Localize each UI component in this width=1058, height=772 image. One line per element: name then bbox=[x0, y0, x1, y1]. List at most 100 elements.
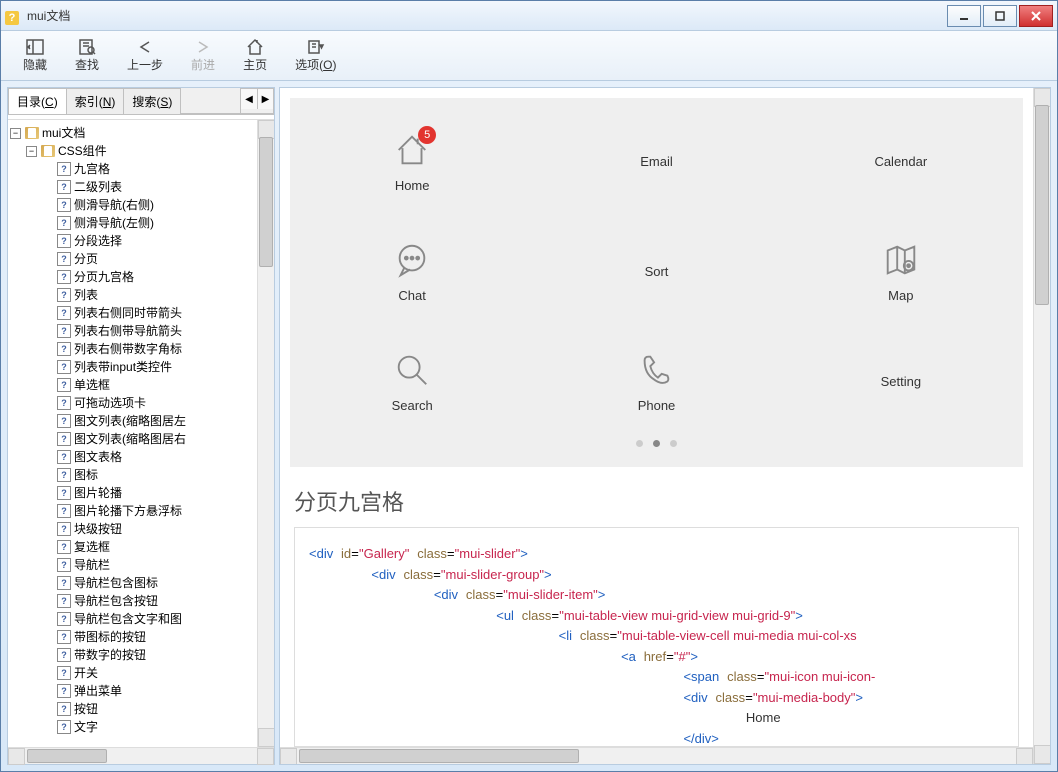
find-button[interactable]: 查找 bbox=[61, 35, 113, 76]
tree-label[interactable]: 导航栏包含按钮 bbox=[74, 592, 158, 610]
tree-label[interactable]: 分页九宫格 bbox=[74, 268, 134, 286]
tree-item[interactable]: ?带数字的按钮 bbox=[10, 646, 255, 664]
hide-button[interactable]: 隐藏 bbox=[9, 35, 61, 76]
pager-dot[interactable] bbox=[636, 440, 643, 447]
tree-label[interactable]: mui文档 bbox=[42, 124, 85, 142]
tree-item[interactable]: ?分页 bbox=[10, 250, 255, 268]
tree-item[interactable]: ?九宫格 bbox=[10, 160, 255, 178]
grid-cell-sort[interactable]: Sort bbox=[534, 216, 778, 326]
tree-item[interactable]: ?开关 bbox=[10, 664, 255, 682]
tree-label[interactable]: 列表右侧带导航箭头 bbox=[74, 322, 182, 340]
tree-item[interactable]: ?图标 bbox=[10, 466, 255, 484]
tree-item[interactable]: ?文字 bbox=[10, 718, 255, 736]
tree-item[interactable]: ?块级按钮 bbox=[10, 520, 255, 538]
tab-contents[interactable]: 目录(C) bbox=[8, 88, 67, 114]
tree-item[interactable]: ?图文列表(缩略图居右 bbox=[10, 430, 255, 448]
tree-label[interactable]: 复选框 bbox=[74, 538, 110, 556]
tree-label[interactable]: 列表带input类控件 bbox=[74, 358, 172, 376]
tree-group-css[interactable]: − CSS组件 bbox=[10, 142, 255, 160]
tree-label[interactable]: CSS组件 bbox=[58, 142, 107, 160]
grid-cell-map[interactable]: Map bbox=[779, 216, 1023, 326]
pager-dots[interactable] bbox=[290, 440, 1023, 447]
options-button[interactable]: 选项(O) bbox=[281, 35, 350, 76]
tree-label[interactable]: 开关 bbox=[74, 664, 98, 682]
tree-vertical-scrollbar[interactable] bbox=[257, 120, 274, 747]
tree-item[interactable]: ?二级列表 bbox=[10, 178, 255, 196]
grid-cell-calendar[interactable]: Calendar bbox=[779, 106, 1023, 216]
tree-item[interactable]: ?列表右侧带导航箭头 bbox=[10, 322, 255, 340]
grid-cell-phone[interactable]: Phone bbox=[534, 326, 778, 436]
tree-horizontal-scrollbar[interactable] bbox=[8, 747, 274, 764]
tree-item[interactable]: ?分段选择 bbox=[10, 232, 255, 250]
maximize-button[interactable] bbox=[983, 5, 1017, 27]
tree-label[interactable]: 列表 bbox=[74, 286, 98, 304]
tree-item[interactable]: ?列表带input类控件 bbox=[10, 358, 255, 376]
tree-label[interactable]: 弹出菜单 bbox=[74, 682, 122, 700]
tree-item[interactable]: ?复选框 bbox=[10, 538, 255, 556]
grid-cell-home[interactable]: 5Home bbox=[290, 106, 534, 216]
tab-search[interactable]: 搜索(S) bbox=[123, 88, 181, 114]
grid-cell-chat[interactable]: Chat bbox=[290, 216, 534, 326]
tree-label[interactable]: 侧滑导航(左侧) bbox=[74, 214, 154, 232]
tree-item[interactable]: ?按钮 bbox=[10, 700, 255, 718]
tree-item[interactable]: ?弹出菜单 bbox=[10, 682, 255, 700]
tree-label[interactable]: 图文表格 bbox=[74, 448, 122, 466]
grid-cell-search[interactable]: Search bbox=[290, 326, 534, 436]
tree-label[interactable]: 图片轮播下方悬浮标 bbox=[74, 502, 182, 520]
tab-scroll-left[interactable]: ◀ bbox=[241, 89, 257, 109]
tree-label[interactable]: 图标 bbox=[74, 466, 98, 484]
tree-label[interactable]: 可拖动选项卡 bbox=[74, 394, 146, 412]
tree-label[interactable]: 九宫格 bbox=[74, 160, 110, 178]
pager-dot[interactable] bbox=[670, 440, 677, 447]
tree-toggle[interactable]: − bbox=[26, 146, 37, 157]
tree-item[interactable]: ?列表右侧同时带箭头 bbox=[10, 304, 255, 322]
tab-scroll-right[interactable]: ▶ bbox=[257, 89, 273, 109]
tree-label[interactable]: 分段选择 bbox=[74, 232, 122, 250]
tree-item[interactable]: ?侧滑导航(左侧) bbox=[10, 214, 255, 232]
tree-label[interactable]: 图文列表(缩略图居左 bbox=[74, 412, 186, 430]
tree-label[interactable]: 侧滑导航(右侧) bbox=[74, 196, 154, 214]
tree-item[interactable]: ?导航栏 bbox=[10, 556, 255, 574]
tree-toggle[interactable]: − bbox=[10, 128, 21, 139]
tree-label[interactable]: 图文列表(缩略图居右 bbox=[74, 430, 186, 448]
tree-item[interactable]: ?导航栏包含图标 bbox=[10, 574, 255, 592]
tree-item[interactable]: ?侧滑导航(右侧) bbox=[10, 196, 255, 214]
tree-item[interactable]: ?图片轮播 bbox=[10, 484, 255, 502]
tree-label[interactable]: 带图标的按钮 bbox=[74, 628, 146, 646]
tree-label[interactable]: 文字 bbox=[74, 718, 98, 736]
tree-item[interactable]: ?列表 bbox=[10, 286, 255, 304]
tree-root[interactable]: − mui文档 bbox=[10, 124, 255, 142]
tree-label[interactable]: 列表右侧带数字角标 bbox=[74, 340, 182, 358]
close-button[interactable] bbox=[1019, 5, 1053, 27]
tree-label[interactable]: 图片轮播 bbox=[74, 484, 122, 502]
tree-item[interactable]: ?图文列表(缩略图居左 bbox=[10, 412, 255, 430]
tree-label[interactable]: 导航栏包含文字和图 bbox=[74, 610, 182, 628]
tree-item[interactable]: ?列表右侧带数字角标 bbox=[10, 340, 255, 358]
minimize-button[interactable] bbox=[947, 5, 981, 27]
grid-cell-email[interactable]: Email bbox=[534, 106, 778, 216]
tree-label[interactable]: 列表右侧同时带箭头 bbox=[74, 304, 182, 322]
tree-item[interactable]: ?导航栏包含按钮 bbox=[10, 592, 255, 610]
tree-label[interactable]: 带数字的按钮 bbox=[74, 646, 146, 664]
tree-label[interactable]: 导航栏包含图标 bbox=[74, 574, 158, 592]
tree-label[interactable]: 二级列表 bbox=[74, 178, 122, 196]
grid-cell-setting[interactable]: Setting bbox=[779, 326, 1023, 436]
tree-label[interactable]: 块级按钮 bbox=[74, 520, 122, 538]
pager-dot[interactable] bbox=[653, 440, 660, 447]
contents-tree[interactable]: −mui文档−CSS组件?九宫格?二级列表?侧滑导航(右侧)?侧滑导航(左侧)?… bbox=[8, 120, 257, 747]
home-button[interactable]: 主页 bbox=[229, 35, 281, 76]
content-horizontal-scrollbar[interactable] bbox=[280, 747, 1033, 764]
tab-index[interactable]: 索引(N) bbox=[66, 88, 125, 114]
tree-item[interactable]: ?分页九宫格 bbox=[10, 268, 255, 286]
tree-item[interactable]: ?图片轮播下方悬浮标 bbox=[10, 502, 255, 520]
tree-label[interactable]: 分页 bbox=[74, 250, 98, 268]
content-vertical-scrollbar[interactable] bbox=[1033, 88, 1050, 764]
back-button[interactable]: 上一步 bbox=[113, 35, 177, 76]
tree-label[interactable]: 按钮 bbox=[74, 700, 98, 718]
tree-item[interactable]: ?带图标的按钮 bbox=[10, 628, 255, 646]
tree-item[interactable]: ?导航栏包含文字和图 bbox=[10, 610, 255, 628]
tree-label[interactable]: 单选框 bbox=[74, 376, 110, 394]
tree-item[interactable]: ?图文表格 bbox=[10, 448, 255, 466]
tree-label[interactable]: 导航栏 bbox=[74, 556, 110, 574]
tree-item[interactable]: ?单选框 bbox=[10, 376, 255, 394]
